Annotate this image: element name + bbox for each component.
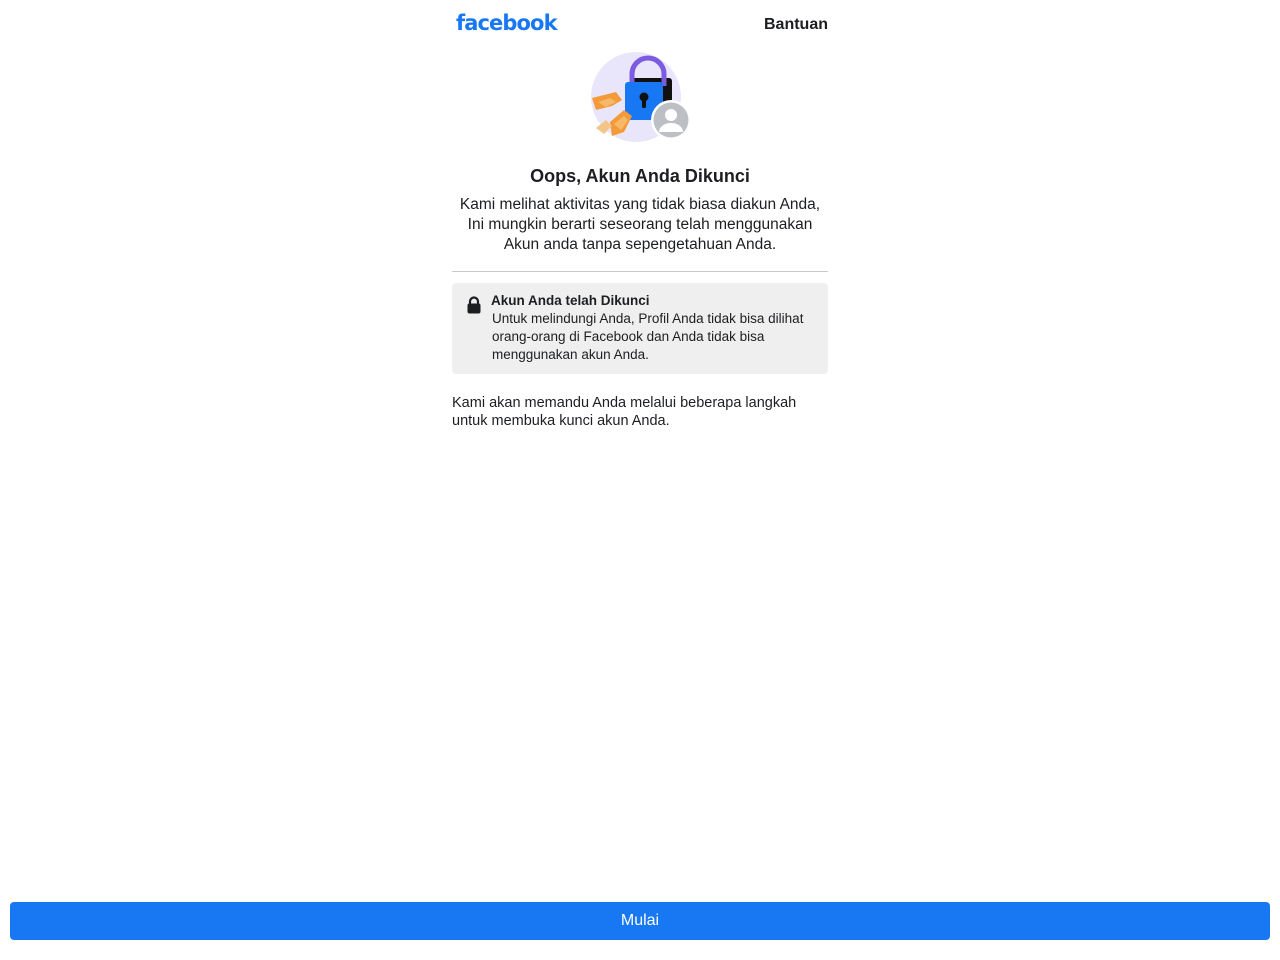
page: facebook Bantuan Oops, Akun Anda Dikunci… <box>0 0 1280 960</box>
notice-body: Untuk melindungi Anda, Profil Anda tidak… <box>492 311 804 362</box>
lock-icon <box>466 295 482 315</box>
page-title: Oops, Akun Anda Dikunci <box>530 166 750 186</box>
facebook-logo[interactable]: facebook <box>456 10 558 36</box>
guide-text: Kami akan memandu Anda melalui beberapa … <box>452 395 797 429</box>
start-button[interactable]: Mulai <box>10 902 1270 940</box>
header: facebook Bantuan <box>452 0 828 48</box>
help-link[interactable]: Bantuan <box>764 15 828 35</box>
divider <box>452 271 828 272</box>
notice-title: Akun Anda telah Dikunci <box>491 293 650 308</box>
page-description: Kami melihat aktivitas yang tidak biasa … <box>459 196 821 253</box>
locked-account-illustration <box>590 50 694 146</box>
locked-notice-box: Akun Anda telah Dikunci Untuk melindungi… <box>452 283 828 374</box>
content-column: facebook Bantuan Oops, Akun Anda Dikunci… <box>452 0 828 429</box>
